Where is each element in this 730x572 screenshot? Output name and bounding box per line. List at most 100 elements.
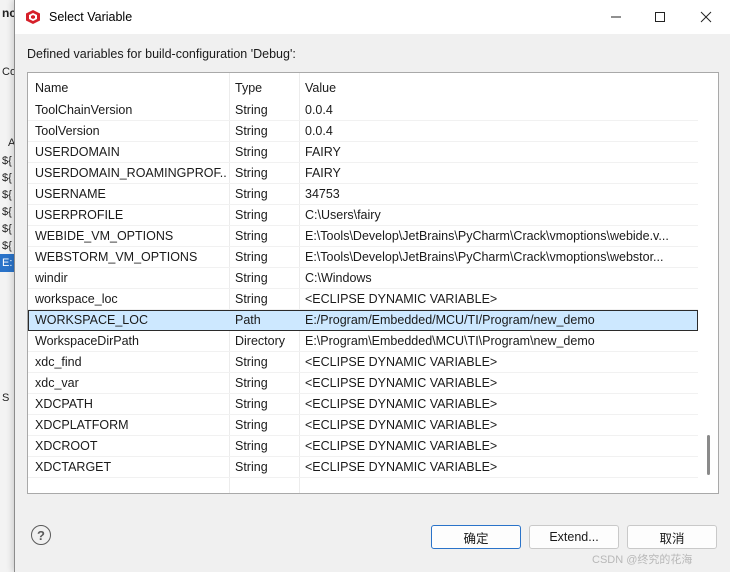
variable-type-cell: String	[235, 397, 268, 411]
column-header-name[interactable]: Name	[35, 81, 68, 95]
variable-type-cell: String	[235, 418, 268, 432]
watermark: CSDN @终究的花海	[592, 554, 693, 566]
variable-name-cell: XDCPATH	[35, 397, 93, 411]
variable-type-cell: String	[235, 355, 268, 369]
variable-name-cell: WORKSPACE_LOC	[35, 313, 148, 327]
variable-value-cell: <ECLIPSE DYNAMIC VARIABLE>	[305, 418, 498, 432]
ok-button[interactable]: 确定	[431, 525, 521, 549]
variable-value-cell: E:/Program/Embedded/MCU/TI/Program/new_d…	[305, 313, 595, 327]
close-button[interactable]	[683, 0, 729, 34]
column-header-type[interactable]: Type	[235, 81, 262, 95]
variable-type-cell: String	[235, 187, 268, 201]
bg-fragment: ${	[2, 189, 12, 201]
variable-value-cell: FAIRY	[305, 166, 341, 180]
table-row[interactable]: USERDOMAIN_ROAMINGPROF... String FAIRY	[28, 163, 698, 184]
variable-value-cell: <ECLIPSE DYNAMIC VARIABLE>	[305, 292, 498, 306]
bg-fragment: E:	[2, 257, 13, 269]
bg-fragment: ${	[2, 206, 12, 218]
table-body: ToolChainVersion String 0.0.4 ToolVersion St…	[28, 100, 698, 478]
variable-type-cell: String	[235, 460, 268, 474]
table-row[interactable]: WEBIDE_VM_OPTIONS String E:\Tools\Develop\…	[28, 226, 698, 247]
variable-value-cell: 0.0.4	[305, 103, 333, 117]
variable-type-cell: String	[235, 145, 268, 159]
variable-value-cell: C:\Users\fairy	[305, 208, 381, 222]
table-row[interactable]: xdc_find String <ECLIPSE DYNAMIC VARIABLE>	[28, 352, 698, 373]
variable-type-cell: String	[235, 292, 268, 306]
table-row[interactable]: XDCPATH String <ECLIPSE DYNAMIC VARIABLE>	[28, 394, 698, 415]
vertical-scrollbar[interactable]	[702, 73, 716, 493]
table-row[interactable]: workspace_loc String <ECLIPSE DYNAMIC VARI…	[28, 289, 698, 310]
variable-name-cell: XDCROOT	[35, 439, 98, 453]
dialog-title: Select Variable	[49, 10, 133, 24]
variable-value-cell: 0.0.4	[305, 124, 333, 138]
variable-name-cell: XDCPLATFORM	[35, 418, 129, 432]
variable-name-cell: ToolVersion	[35, 124, 100, 138]
variable-name-cell: XDCTARGET	[35, 460, 112, 474]
variables-table[interactable]: Name Type Value ToolChainVersion String 0.…	[27, 72, 719, 494]
table-row[interactable]: USERPROFILE String C:\Users\fairy	[28, 205, 698, 226]
select-variable-dialog: Select Variable Defined variables for bu…	[14, 0, 730, 572]
bg-fragment: ${	[2, 240, 12, 252]
maximize-icon	[655, 12, 665, 22]
variable-type-cell: String	[235, 271, 268, 285]
variable-value-cell: <ECLIPSE DYNAMIC VARIABLE>	[305, 355, 498, 369]
variable-type-cell: String	[235, 208, 268, 222]
variable-name-cell: WEBSTORM_VM_OPTIONS	[35, 250, 198, 264]
variable-value-cell: <ECLIPSE DYNAMIC VARIABLE>	[305, 439, 498, 453]
variable-value-cell: E:\Program\Embedded\MCU\TI\Program\new_d…	[305, 334, 595, 348]
table-row[interactable]: xdc_var String <ECLIPSE DYNAMIC VARIABLE>	[28, 373, 698, 394]
variable-name-cell: windir	[35, 271, 68, 285]
variable-name-cell: USERPROFILE	[35, 208, 124, 222]
bg-fragment: ${	[2, 223, 12, 235]
variable-name-cell: USERDOMAIN	[35, 145, 120, 159]
close-icon	[700, 11, 712, 23]
variable-name-cell: xdc_var	[35, 376, 79, 390]
table-row[interactable]: WorkspaceDirPath Directory E:\Program\Embe…	[28, 331, 698, 352]
maximize-button[interactable]	[637, 0, 683, 34]
variable-name-cell: WorkspaceDirPath	[35, 334, 139, 348]
minimize-button[interactable]	[593, 0, 639, 34]
variable-type-cell: String	[235, 250, 268, 264]
table-row[interactable]: WORKSPACE_LOC Path E:/Program/Embedded/MCU…	[28, 310, 698, 331]
variable-type-cell: String	[235, 439, 268, 453]
table-row[interactable]: USERDOMAIN String FAIRY	[28, 142, 698, 163]
variable-type-cell: String	[235, 376, 268, 390]
table-row[interactable]: windir String C:\Windows	[28, 268, 698, 289]
minimize-icon	[611, 16, 621, 18]
variable-name-cell: USERDOMAIN_ROAMINGPROF...	[35, 166, 227, 180]
variable-type-cell: String	[235, 166, 268, 180]
cancel-button[interactable]: 取消	[627, 525, 717, 549]
table-row[interactable]: WEBSTORM_VM_OPTIONS String E:\Tools\Develo…	[28, 247, 698, 268]
table-row[interactable]: XDCTARGET String <ECLIPSE DYNAMIC VARIABLE…	[28, 457, 698, 478]
variable-name-cell: workspace_loc	[35, 292, 118, 306]
variable-type-cell: String	[235, 103, 268, 117]
variable-value-cell: FAIRY	[305, 145, 341, 159]
extend-button[interactable]: Extend...	[529, 525, 619, 549]
variable-value-cell: C:\Windows	[305, 271, 372, 285]
variable-type-cell: Path	[235, 313, 261, 327]
eclipse-cube-icon	[25, 9, 41, 25]
variable-type-cell: String	[235, 229, 268, 243]
table-row[interactable]: USERNAME String 34753	[28, 184, 698, 205]
variable-name-cell: ToolChainVersion	[35, 103, 133, 117]
column-header-value[interactable]: Value	[305, 81, 336, 95]
variable-value-cell: <ECLIPSE DYNAMIC VARIABLE>	[305, 397, 498, 411]
help-icon[interactable]: ?	[31, 525, 51, 545]
table-row[interactable]: XDCPLATFORM String <ECLIPSE DYNAMIC VARIAB…	[28, 415, 698, 436]
table-row[interactable]: XDCROOT String <ECLIPSE DYNAMIC VARIABLE>	[28, 436, 698, 457]
title-bar[interactable]: Select Variable	[15, 0, 730, 34]
scrollbar-thumb[interactable]	[707, 435, 710, 475]
variable-value-cell: <ECLIPSE DYNAMIC VARIABLE>	[305, 460, 498, 474]
variable-value-cell: E:\Tools\Develop\JetBrains\PyCharm\Crack…	[305, 229, 669, 243]
bg-fragment: ${	[2, 155, 12, 167]
variable-type-cell: String	[235, 124, 268, 138]
variable-value-cell: 34753	[305, 187, 340, 201]
variable-value-cell: E:\Tools\Develop\JetBrains\PyCharm\Crack…	[305, 250, 664, 264]
variable-value-cell: <ECLIPSE DYNAMIC VARIABLE>	[305, 376, 498, 390]
variable-name-cell: USERNAME	[35, 187, 106, 201]
variable-name-cell: xdc_find	[35, 355, 82, 369]
table-row[interactable]: ToolVersion String 0.0.4	[28, 121, 698, 142]
variable-type-cell: Directory	[235, 334, 286, 348]
dialog-description: Defined variables for build-configuratio…	[27, 47, 296, 61]
table-row[interactable]: ToolChainVersion String 0.0.4	[28, 100, 698, 121]
